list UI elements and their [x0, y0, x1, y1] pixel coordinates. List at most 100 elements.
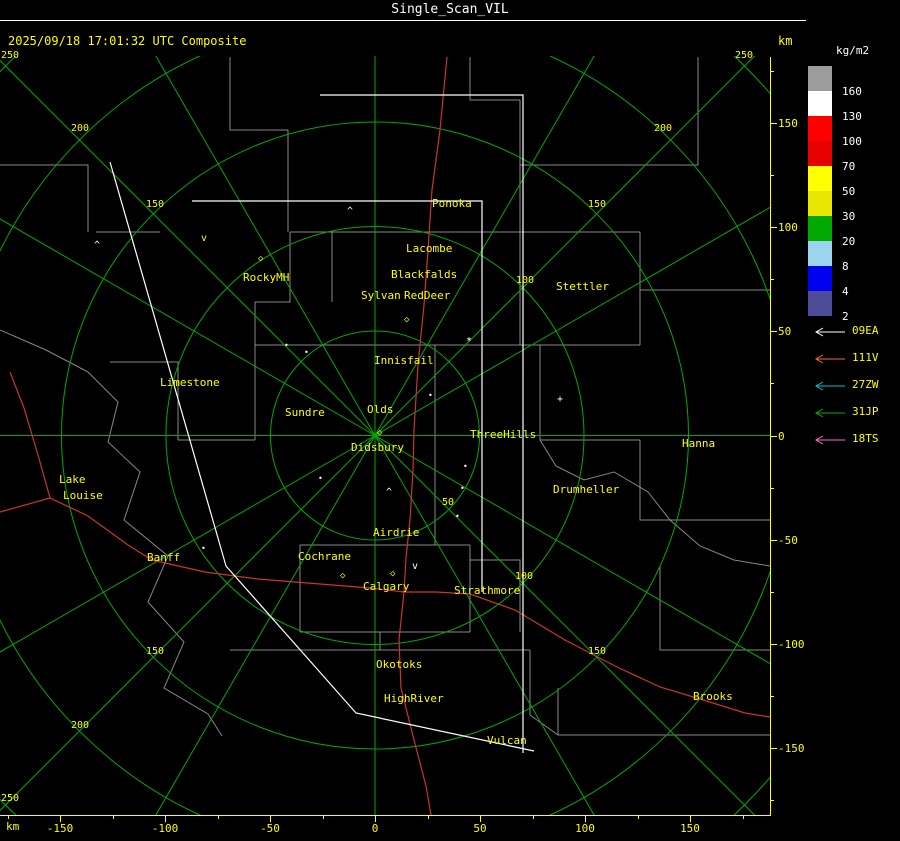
vil-scale-row: 8: [808, 241, 898, 272]
radar-arrow-icon: [814, 408, 845, 418]
right-axis-tick: [771, 488, 774, 489]
right-axis-tick: [771, 748, 777, 749]
radar-arrow-icon: [814, 354, 845, 364]
right-axis-tick: [771, 175, 774, 176]
bottom-axis-tick: [113, 816, 114, 819]
map-marker-icon: •: [428, 391, 433, 400]
right-axis-tick: [771, 123, 777, 124]
city-label: Okotoks: [376, 658, 423, 671]
vil-color-swatch: [808, 291, 832, 316]
map-marker-icon: •: [460, 484, 465, 493]
right-axis-tick: [771, 540, 777, 541]
vil-scale: 160 130 100 70 50 30 20 8 4 2: [808, 66, 898, 322]
map-marker-icon: ◇: [404, 315, 410, 325]
right-axis-tick: [771, 383, 774, 384]
radar-arrow-icon: [814, 327, 845, 337]
map-marker-icon: •: [284, 341, 289, 350]
bottom-axis-value: 150: [680, 822, 700, 835]
city-label: Airdrie: [373, 526, 420, 539]
city-label: RockyMH: [243, 271, 290, 284]
vil-scale-row: 4: [808, 266, 898, 297]
vil-color-swatch: [808, 266, 832, 291]
map-marker-icon: •: [318, 474, 323, 483]
map-marker-icon: *: [466, 336, 473, 347]
radar-arrow-icon: [814, 435, 845, 445]
map-marker-icon: •: [304, 348, 309, 357]
radar-legend-row: 18TS: [808, 426, 900, 453]
map-marker-icon: +: [557, 394, 564, 405]
range-ring-label: 150: [146, 646, 165, 657]
map-marker-icon: •: [463, 462, 468, 471]
range-ring-label: 250: [735, 50, 754, 61]
range-ring-label: 200: [71, 720, 90, 731]
right-axis-tick: [771, 644, 777, 645]
right-axis-value: 150: [778, 117, 798, 130]
bottom-axis-tick: [323, 816, 324, 819]
city-label: Lacombe: [406, 242, 453, 255]
range-ring-label: 200: [654, 123, 673, 134]
vil-color-swatch: [808, 66, 832, 91]
vil-color-swatch: [808, 241, 832, 266]
right-axis-tick: [771, 436, 777, 437]
vil-scale-row: 130: [808, 91, 898, 122]
vil-scale-row: 50: [808, 166, 898, 197]
city-label: Banff: [147, 551, 181, 564]
radar-id-label: 18TS: [852, 432, 879, 445]
vil-color-swatch: [808, 191, 832, 216]
right-axis-value: -150: [778, 742, 805, 755]
range-ring-label: 100: [515, 571, 534, 582]
bottom-axis-value: -50: [260, 822, 280, 835]
city-label: RedDeer: [404, 289, 451, 302]
city-label: Ponoka: [432, 197, 472, 210]
city-label: Brooks: [693, 690, 733, 703]
map-marker-icon: v: [201, 233, 208, 244]
right-axis-value: 50: [778, 325, 792, 338]
city-label: Blackfalds: [391, 268, 458, 281]
vil-scale-row: 20: [808, 216, 898, 247]
city-label: Limestone: [160, 376, 220, 389]
range-ring-label: 100: [516, 275, 535, 286]
map-marker-icon: ^: [347, 206, 354, 217]
bottom-axis-value: -100: [151, 822, 179, 835]
vil-scale-row: 2: [808, 291, 898, 322]
range-ring-label: 50: [442, 497, 455, 508]
legend-panel: kg/m2 160 130 100 70 50 30 20 8 4 2 09EA 111V 27ZW 3…: [806, 0, 900, 841]
city-label: Vulcan: [487, 734, 527, 747]
vil-scale-row: 30: [808, 191, 898, 222]
bottom-axis-value: 0: [371, 822, 379, 835]
vil-color-swatch: [808, 91, 832, 116]
city-label: Sundre: [285, 406, 325, 419]
radar-id-label: 27ZW: [852, 378, 879, 391]
right-axis-value: -50: [778, 534, 798, 547]
range-ring-label: 150: [588, 646, 607, 657]
bottom-axis-tick: [533, 816, 534, 819]
radar-id-label: 111V: [852, 351, 879, 364]
bottom-axis-tick: [743, 816, 744, 819]
map-marker-icon: ◇: [340, 571, 346, 581]
city-label: Hanna: [682, 437, 716, 450]
bottom-axis-value: -150: [46, 822, 74, 835]
radar-id-label: 31JP: [852, 405, 879, 418]
city-label: Stettler: [556, 280, 609, 293]
radar-viewer: Single_Scan_VIL 2025/09/18 17:01:32 UTC …: [0, 0, 900, 841]
vil-color-swatch: [808, 141, 832, 166]
right-axis-tick: [771, 800, 774, 801]
map-marker-icon: ◇: [377, 428, 383, 438]
range-ring-label: 150: [146, 199, 165, 210]
right-axis-tick: [771, 279, 774, 280]
right-axis-tick: [771, 696, 774, 697]
vil-scale-row: 70: [808, 141, 898, 172]
bottom-axis-tick: [218, 816, 219, 819]
city-label: Calgary: [363, 580, 410, 593]
map-marker-icon: ◇: [258, 254, 264, 264]
vil-color-swatch: [808, 116, 832, 141]
vil-color-swatch: [808, 216, 832, 241]
radar-list: 09EA 111V 27ZW 31JP 18TS: [808, 318, 900, 453]
right-axis-tick: [771, 592, 774, 593]
radar-legend-row: 27ZW: [808, 372, 900, 399]
city-label: Drumheller: [553, 483, 620, 496]
map-marker-icon: v: [412, 561, 419, 572]
city-label: ThreeHills: [470, 428, 537, 441]
right-axis-tick: [771, 71, 774, 72]
right-axis-value: 100: [778, 221, 798, 234]
